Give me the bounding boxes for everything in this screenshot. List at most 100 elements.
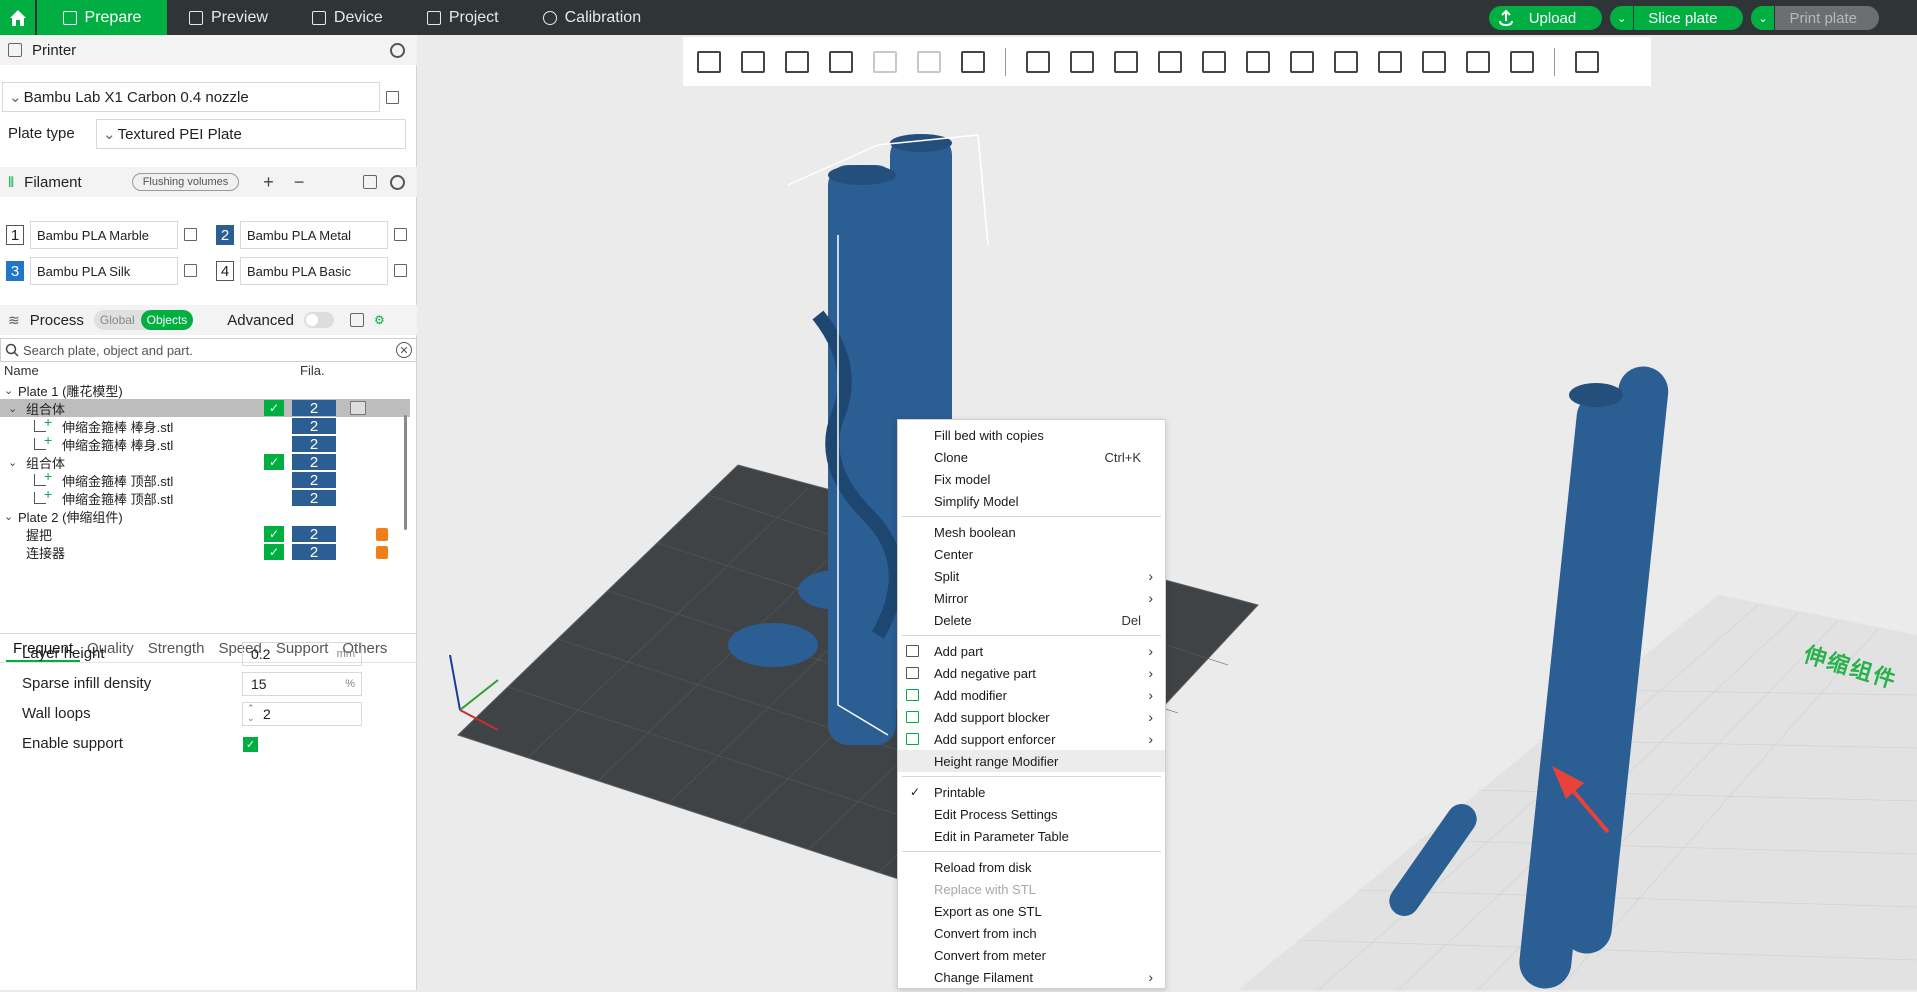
list-icon[interactable]: [350, 313, 365, 327]
home-button[interactable]: [0, 0, 35, 35]
lock-icon[interactable]: [376, 545, 388, 559]
assembly-button[interactable]: [1504, 45, 1540, 79]
menu-center[interactable]: Center: [898, 543, 1165, 565]
layers-button[interactable]: [955, 45, 991, 79]
tab-strength[interactable]: Strength: [141, 634, 212, 662]
menu-change-filament[interactable]: Change Filament ›: [898, 966, 1165, 988]
print-plate-button[interactable]: ⌄ Print plate: [1751, 6, 1879, 30]
stepper-arrows-icon[interactable]: ⌃ ⌄: [247, 703, 255, 723]
global-option[interactable]: Global: [94, 313, 141, 327]
slice-plate-button[interactable]: ⌄ Slice plate: [1610, 6, 1744, 30]
split-view-button[interactable]: [1569, 45, 1605, 79]
menu-delete[interactable]: Delete Del: [898, 609, 1165, 631]
boolean-button[interactable]: [1240, 45, 1276, 79]
gear-icon[interactable]: [390, 174, 405, 190]
filament-badge[interactable]: 2: [292, 526, 336, 543]
filament-name[interactable]: Bambu PLA Marble: [30, 221, 178, 249]
filament-badge[interactable]: 2: [292, 418, 336, 435]
infill-density-input[interactable]: 15 %: [242, 672, 362, 696]
menu-split[interactable]: Split ›: [898, 565, 1165, 587]
add-plate-button[interactable]: [735, 45, 771, 79]
menu-convert-inch[interactable]: Convert from inch: [898, 922, 1165, 944]
settings-icon[interactable]: [350, 401, 366, 415]
tree-row[interactable]: + 伸缩金箍棒 棒身.stl 2: [0, 414, 410, 435]
layer-height-input[interactable]: 0.2 mm: [242, 642, 362, 666]
auto-orient-button[interactable]: [779, 45, 815, 79]
support-paint-button[interactable]: [1284, 45, 1320, 79]
add-icon[interactable]: +: [263, 172, 274, 193]
menu-fill-bed[interactable]: Fill bed with copies: [898, 424, 1165, 446]
printable-checkbox[interactable]: ✓: [264, 400, 284, 416]
menu-height-range-modifier[interactable]: Height range Modifier: [898, 750, 1165, 772]
filament-slot-4[interactable]: 4 Bambu PLA Basic: [216, 257, 388, 285]
clear-icon[interactable]: ✕: [396, 342, 412, 358]
menu-add-negative-part[interactable]: Add negative part ›: [898, 662, 1165, 684]
tree-row[interactable]: ⌄ Plate 1 (雕花模型): [0, 381, 410, 399]
menu-add-modifier[interactable]: Add modifier ›: [898, 684, 1165, 706]
expand-chevron-icon[interactable]: ⌄: [8, 402, 17, 415]
tab-calibration[interactable]: Calibration: [521, 0, 663, 35]
menu-add-part[interactable]: Add part ›: [898, 640, 1165, 662]
filament-name[interactable]: Bambu PLA Metal: [240, 221, 388, 249]
add-object-button[interactable]: [691, 45, 727, 79]
expand-chevron-icon[interactable]: ⌄: [8, 456, 17, 469]
gear-icon[interactable]: [390, 42, 405, 58]
enable-support-checkbox[interactable]: ✓: [243, 737, 258, 752]
measure-button[interactable]: [1460, 45, 1496, 79]
menu-fix-model[interactable]: Fix model: [898, 468, 1165, 490]
plate-type-select[interactable]: ⌄ Textured PEI Plate: [96, 119, 406, 149]
menu-export-stl[interactable]: Export as one STL: [898, 900, 1165, 922]
plate-p-button[interactable]: [911, 45, 947, 79]
filament-badge[interactable]: 2: [292, 454, 336, 471]
filament-name[interactable]: Bambu PLA Basic: [240, 257, 388, 285]
tree-row[interactable]: + 伸缩金箍棒 棒身.stl 2: [0, 432, 410, 453]
menu-mesh-boolean[interactable]: Mesh boolean: [898, 521, 1165, 543]
printable-checkbox[interactable]: ✓: [264, 544, 284, 560]
flushing-volumes-button[interactable]: Flushing volumes: [131, 173, 240, 191]
menu-add-support-blocker[interactable]: Add support blocker ›: [898, 706, 1165, 728]
menu-printable[interactable]: ✓ Printable: [898, 781, 1165, 803]
text-button[interactable]: [1372, 45, 1408, 79]
filament-badge[interactable]: 2: [292, 400, 336, 417]
remove-icon[interactable]: −: [294, 172, 305, 193]
tab-prepare[interactable]: Prepare: [37, 0, 167, 35]
cut-button[interactable]: [1196, 45, 1232, 79]
filament-badge[interactable]: 2: [292, 436, 336, 453]
expand-chevron-icon[interactable]: ⌄: [4, 510, 13, 523]
menu-convert-meter[interactable]: Convert from meter: [898, 944, 1165, 966]
tree-row[interactable]: + 伸缩金箍棒 顶部.stl 2: [0, 468, 410, 489]
global-objects-toggle[interactable]: Global Objects: [93, 310, 194, 330]
menu-edit-parameter-table[interactable]: Edit in Parameter Table: [898, 825, 1165, 847]
filament-badge[interactable]: 2: [292, 472, 336, 489]
edit-icon[interactable]: [184, 228, 197, 241]
wall-loops-stepper[interactable]: ⌃ ⌄ 2: [242, 702, 362, 726]
tree-scrollbar[interactable]: [404, 415, 407, 530]
expand-chevron-icon[interactable]: ⌄: [4, 384, 13, 397]
upload-button[interactable]: Upload: [1488, 6, 1603, 30]
lay-on-face-button[interactable]: [1152, 45, 1188, 79]
advanced-switch[interactable]: [304, 312, 335, 328]
menu-edit-process-settings[interactable]: Edit Process Settings: [898, 803, 1165, 825]
tab-preview[interactable]: Preview: [167, 0, 290, 35]
menu-mirror[interactable]: Mirror ›: [898, 587, 1165, 609]
tree-row[interactable]: ⌄ 组合体 ✓ 2: [0, 399, 410, 417]
filament-slot-1[interactable]: 1 Bambu PLA Marble: [6, 221, 178, 249]
chevron-down-icon[interactable]: ⌄: [1610, 6, 1635, 30]
object-search-input[interactable]: Search plate, object and part. ✕: [0, 338, 417, 362]
filament-badge[interactable]: 2: [292, 544, 336, 561]
objects-option[interactable]: Objects: [140, 310, 194, 330]
lock-icon[interactable]: [376, 527, 388, 541]
filament-slot-2[interactable]: 2 Bambu PLA Metal: [216, 221, 388, 249]
sync-icon[interactable]: [363, 175, 377, 189]
tree-row[interactable]: ⌄ Plate 2 (伸缩组件): [0, 507, 410, 525]
3d-viewport[interactable]: 伸缩组件: [418, 35, 1917, 990]
seam-paint-button[interactable]: [1328, 45, 1364, 79]
move-button[interactable]: [1020, 45, 1056, 79]
tab-project[interactable]: Project: [405, 0, 521, 35]
plate-o-button[interactable]: [867, 45, 903, 79]
edit-icon[interactable]: [394, 264, 407, 277]
filament-name[interactable]: Bambu PLA Silk: [30, 257, 178, 285]
tree-row[interactable]: 连接器 ✓ 2: [0, 543, 410, 561]
tab-device[interactable]: Device: [290, 0, 405, 35]
printer-select[interactable]: ⌄ Bambu Lab X1 Carbon 0.4 nozzle: [2, 82, 380, 112]
